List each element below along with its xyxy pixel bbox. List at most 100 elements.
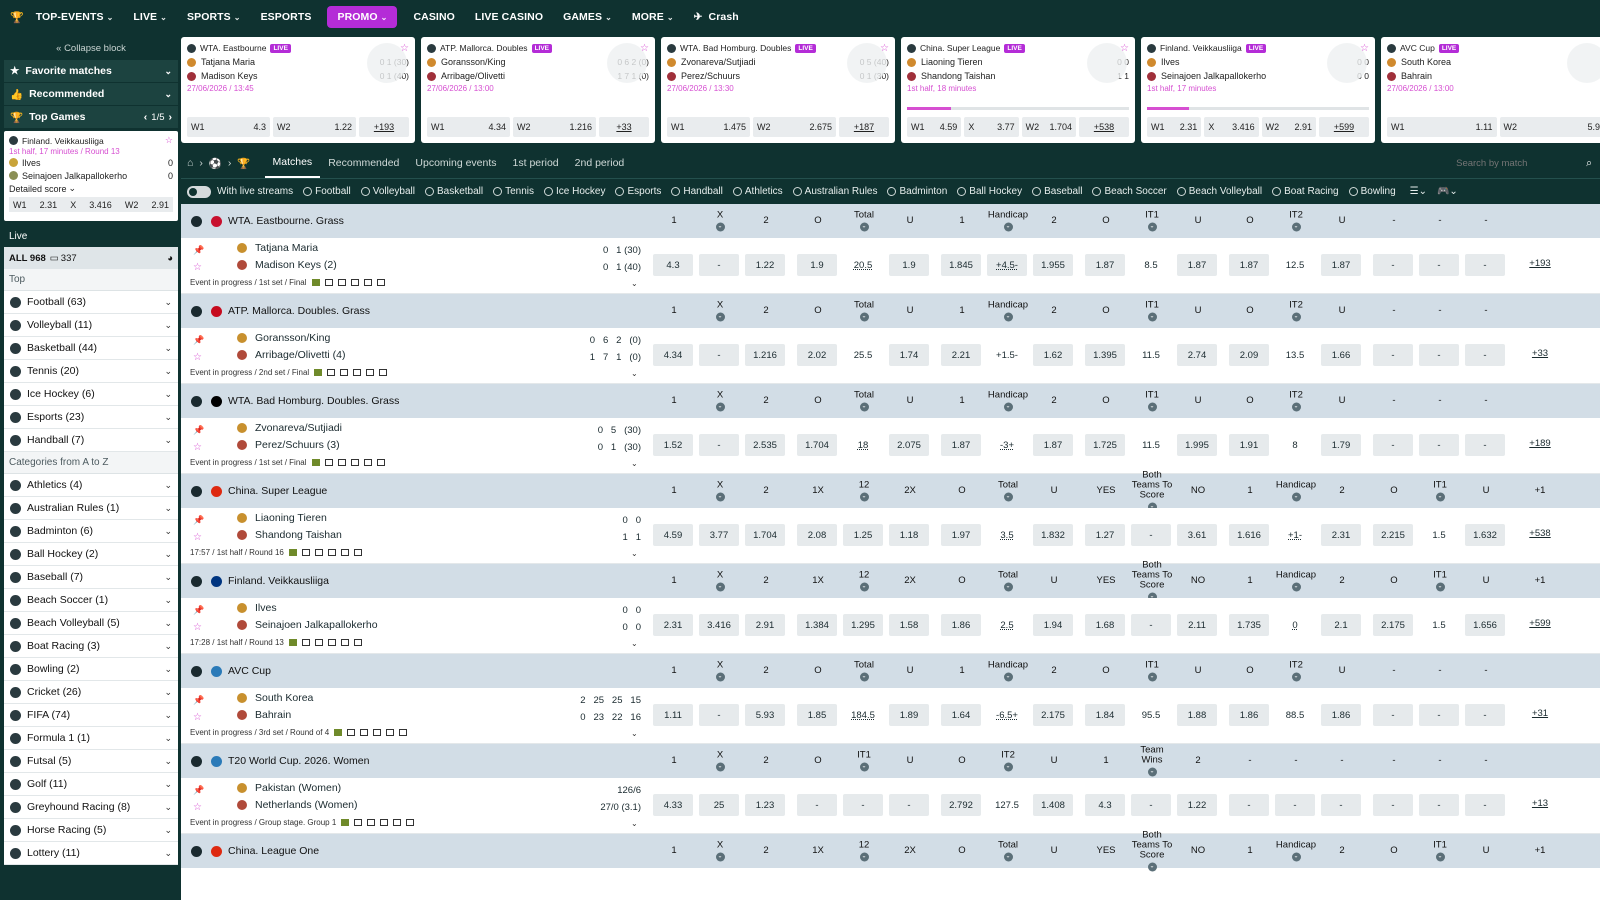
expand-column-icon[interactable]: ⌄: [1291, 672, 1301, 682]
odd-button[interactable]: W1 1.11: [1387, 117, 1497, 137]
odd-button[interactable]: W2 2.675: [753, 117, 836, 137]
more-markets-link[interactable]: +31: [1519, 708, 1561, 719]
odd-button[interactable]: -: [1373, 254, 1413, 276]
more-markets-link[interactable]: +599: [1519, 618, 1561, 629]
sidebar-item-beach-volleyball[interactable]: Beach Volleyball (5) ⌄: [4, 612, 178, 635]
odd-button[interactable]: W2 2.91: [1261, 117, 1316, 137]
odd-button[interactable]: -: [1321, 794, 1361, 816]
odd-value[interactable]: 2.31: [40, 200, 58, 210]
tshirt-icon[interactable]: [363, 459, 372, 466]
league-header[interactable]: Finland. Veikkausliiga 1 X ⌄ 2 1X 12 ⌄ 2X O Total ⌄…: [181, 560, 1600, 602]
expand-column-icon[interactable]: ⌄: [715, 402, 725, 412]
odd-button[interactable]: 1.58: [889, 614, 929, 636]
more-markets-link[interactable]: +13: [1519, 798, 1561, 809]
sport-filter-esports[interactable]: Esports: [615, 186, 661, 197]
list-icon[interactable]: [380, 819, 389, 826]
sport-filter-handball[interactable]: Handball: [671, 186, 723, 197]
pin-icon[interactable]: 📌: [193, 785, 204, 796]
star-icon[interactable]: ☆: [400, 43, 409, 54]
game-card[interactable]: ATP. Mallorca. Doubles LIVE ☆ Goransson/Kin…: [421, 37, 655, 143]
sport-filter-volleyball[interactable]: Volleyball: [360, 186, 415, 197]
expand-column-icon[interactable]: ⌄: [1147, 312, 1157, 322]
expand-column-icon[interactable]: ⌄: [859, 852, 869, 862]
expand-column-icon[interactable]: ⌄: [859, 672, 869, 682]
odd-button[interactable]: 2.08: [797, 524, 837, 546]
odd-button[interactable]: 1.23: [745, 794, 785, 816]
sport-filter-tennis[interactable]: Tennis: [493, 186, 534, 197]
expand-column-icon[interactable]: ⌄: [1147, 767, 1157, 777]
sidebar-item-football[interactable]: Football (63) ⌄: [4, 291, 178, 314]
pin-icon[interactable]: 📌: [193, 695, 204, 706]
nav-promo[interactable]: PROMO ⌄: [327, 6, 398, 28]
odd-button[interactable]: 1.87: [1177, 254, 1217, 276]
list-icon[interactable]: [373, 729, 382, 736]
expand-column-icon[interactable]: ⌄: [1003, 672, 1013, 682]
chevron-down-icon[interactable]: ⌄: [631, 549, 638, 558]
sport-filter-ball-hockey[interactable]: Ball Hockey: [957, 186, 1022, 197]
tshirt-icon[interactable]: [386, 729, 395, 736]
expand-column-icon[interactable]: ⌄: [715, 762, 725, 772]
odd-button[interactable]: -: [1419, 794, 1459, 816]
chevron-down-icon[interactable]: ⌄: [631, 639, 638, 648]
odd-button[interactable]: -: [1275, 794, 1315, 816]
odd-button[interactable]: -: [699, 254, 739, 276]
nav-live[interactable]: LIVE ⌄: [123, 0, 177, 34]
star-icon[interactable]: ☆: [193, 532, 202, 543]
odd-button[interactable]: 1.735: [1229, 614, 1269, 636]
favorite-matches[interactable]: ★ Favorite matches ⌄: [4, 60, 178, 83]
next-arrow-icon[interactable]: ›: [169, 111, 173, 123]
odd-button[interactable]: 1.86: [1321, 704, 1361, 726]
odd-button[interactable]: -: [1229, 794, 1269, 816]
odd-button[interactable]: 1.955: [1033, 254, 1073, 276]
expand-column-icon[interactable]: ⌄: [715, 672, 725, 682]
odd-button[interactable]: 4.3: [653, 254, 693, 276]
sidebar-item-greyhound-racing[interactable]: Greyhound Racing (8) ⌄: [4, 796, 178, 819]
odd-button[interactable]: 1.27: [1085, 524, 1125, 546]
chart-icon[interactable]: [314, 549, 323, 556]
sidebar-item-cricket[interactable]: Cricket (26) ⌄: [4, 681, 178, 704]
odd-button[interactable]: -: [1419, 254, 1459, 276]
expand-column-icon[interactable]: ⌄: [1003, 762, 1013, 772]
odd-button[interactable]: 4.59: [653, 524, 693, 546]
field-icon[interactable]: [334, 729, 343, 736]
paw-icon[interactable]: [379, 369, 388, 376]
odd-button[interactable]: 1.85: [797, 704, 837, 726]
tab-matches[interactable]: Matches: [264, 148, 321, 178]
sport-filter-baseball[interactable]: Baseball: [1032, 186, 1082, 197]
field-icon[interactable]: [288, 549, 297, 556]
expand-column-icon[interactable]: ⌄: [1291, 852, 1301, 862]
odd-button[interactable]: W1 4.3: [187, 117, 270, 137]
tab-upcoming-events[interactable]: Upcoming events: [407, 148, 504, 178]
odd-button[interactable]: W2 1.704: [1021, 117, 1076, 137]
nav-games[interactable]: GAMES ⌄: [553, 0, 622, 34]
odd-button[interactable]: 1.845: [941, 254, 981, 276]
more-markets-link[interactable]: +189: [1519, 438, 1561, 449]
odd-button[interactable]: 2.215: [1373, 524, 1413, 546]
paw-icon[interactable]: [353, 549, 362, 556]
pin-icon[interactable]: 📌: [193, 605, 204, 616]
collapse-block-button[interactable]: « Collapse block: [4, 36, 178, 60]
sidebar-item-handball[interactable]: Handball (7) ⌄: [4, 429, 178, 452]
star-icon[interactable]: ☆: [1360, 43, 1369, 54]
odd-button[interactable]: W1 1.475: [667, 117, 750, 137]
expand-column-icon[interactable]: ⌄: [1003, 852, 1013, 862]
expand-column-icon[interactable]: ⌄: [715, 492, 725, 502]
field-icon[interactable]: [341, 819, 350, 826]
field-icon[interactable]: [311, 459, 320, 466]
list-icon[interactable]: [350, 279, 359, 286]
field-icon[interactable]: [311, 279, 320, 286]
odd-button[interactable]: 2.075: [889, 434, 929, 456]
chevron-down-icon[interactable]: ⌄: [631, 819, 638, 828]
menu-icon[interactable]: ☰⌄: [1410, 186, 1427, 197]
odd-button[interactable]: X 3.77: [964, 117, 1019, 137]
tab-1st-period[interactable]: 1st period: [505, 148, 567, 178]
match-row[interactable]: 📌 ☆ Tatjana Maria Madison Keys (2) 0 1 (30) 0…: [181, 238, 1600, 294]
odd-button[interactable]: 1.84: [1085, 704, 1125, 726]
odd-button[interactable]: 1.68: [1085, 614, 1125, 636]
odd-button[interactable]: -: [1419, 344, 1459, 366]
more-markets-button[interactable]: +193: [359, 117, 409, 137]
odd-value[interactable]: 2.91: [151, 200, 169, 210]
odd-button[interactable]: 2.31: [653, 614, 693, 636]
odd-button[interactable]: 1.295: [843, 614, 883, 636]
odd-button[interactable]: W2 1.216: [513, 117, 596, 137]
